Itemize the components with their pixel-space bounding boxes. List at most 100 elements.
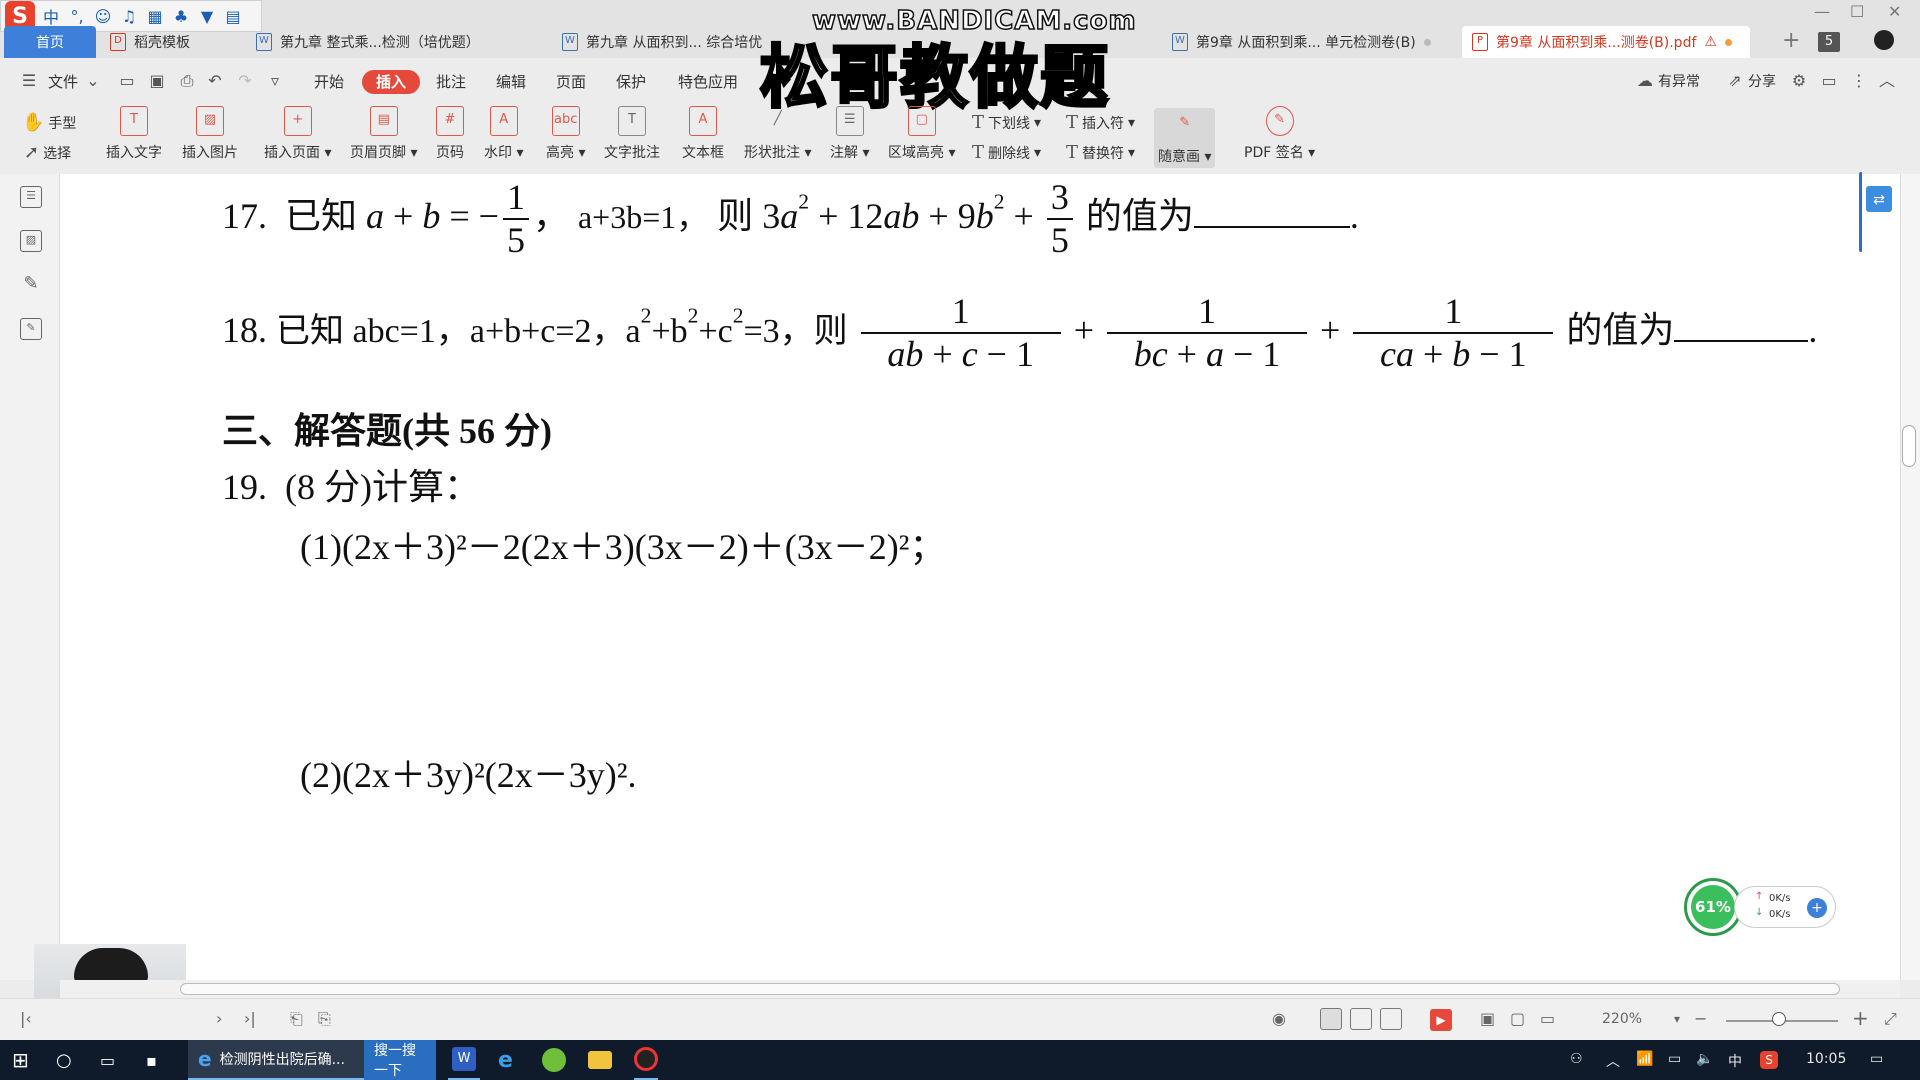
- menu-start[interactable]: 开始: [306, 70, 352, 94]
- continuous-view-icon[interactable]: [1350, 1008, 1372, 1030]
- browser360-icon[interactable]: [542, 1040, 566, 1080]
- store-icon[interactable]: ▪: [146, 1040, 157, 1080]
- menu-insert[interactable]: 插入: [362, 70, 421, 94]
- maximize-icon[interactable]: ☐: [1850, 2, 1864, 21]
- menu-edit[interactable]: 编辑: [488, 70, 534, 94]
- play-icon[interactable]: ▶: [1430, 1009, 1452, 1031]
- zoom-out-icon[interactable]: −: [1694, 1009, 1707, 1028]
- hand-tool-button[interactable]: ✋ 手型: [22, 112, 76, 133]
- notification-icon[interactable]: ▭: [1870, 1051, 1883, 1067]
- hamburger-icon[interactable]: ☰: [20, 72, 38, 90]
- vertical-scrollbar-thumb[interactable]: [1902, 425, 1916, 467]
- thumbnail-icon[interactable]: ▨: [20, 230, 42, 252]
- single-page-view-icon[interactable]: [1320, 1008, 1342, 1030]
- zoom-dropdown-icon[interactable]: ▾: [1674, 1012, 1680, 1026]
- insert-text-button[interactable]: T 插入文字: [106, 106, 162, 162]
- ime-user-icon[interactable]: ♣: [171, 7, 191, 26]
- ime-toolbox-icon[interactable]: ▤: [223, 7, 243, 26]
- horizontal-scrollbar-thumb[interactable]: [180, 983, 1840, 995]
- open-folder-icon[interactable]: ▭: [118, 72, 136, 90]
- area-highlight-button[interactable]: ▢ 区域高亮 ▾: [888, 106, 955, 162]
- answer-blank[interactable]: [1674, 339, 1809, 342]
- menu-features[interactable]: 特色应用: [670, 70, 746, 94]
- first-page-icon[interactable]: |‹: [20, 1009, 32, 1028]
- wps-taskbar-icon[interactable]: W: [448, 1040, 480, 1080]
- more-icon[interactable]: ⋮: [1850, 72, 1868, 90]
- tab-pdf-active[interactable]: P 第9章 从面积到乘...测卷(B).pdf ⚠: [1462, 26, 1750, 58]
- page-number-button[interactable]: # 页码: [436, 106, 464, 162]
- strikethrough-button[interactable]: T 删除线 ▾: [972, 142, 1041, 163]
- insert-image-button[interactable]: ▨ 插入图片: [182, 106, 238, 162]
- insert-symbol-button[interactable]: T 插入符 ▾: [1066, 112, 1135, 133]
- zoom-level[interactable]: 220%: [1602, 1011, 1642, 1027]
- menu-protect[interactable]: 保护: [608, 70, 654, 94]
- replace-symbol-button[interactable]: T 替换符 ▾: [1066, 142, 1135, 163]
- actual-size-icon[interactable]: ▣: [1480, 1009, 1495, 1028]
- fit-width-icon[interactable]: ▭: [1540, 1009, 1555, 1028]
- header-footer-button[interactable]: ▤ 页眉页脚 ▾: [350, 106, 417, 162]
- network-icon[interactable]: 📶: [1636, 1051, 1653, 1067]
- start-button[interactable]: ⊞: [12, 1040, 29, 1080]
- textbox-button[interactable]: A 文本框: [682, 106, 724, 162]
- outline-icon[interactable]: ☰: [20, 186, 42, 208]
- battery-icon[interactable]: ▭: [1668, 1051, 1681, 1067]
- settings-icon[interactable]: ⚙: [1790, 72, 1808, 90]
- note-button[interactable]: ☰ 注解 ▾: [830, 106, 869, 162]
- two-page-view-icon[interactable]: [1380, 1008, 1402, 1030]
- taskbar-ie-window[interactable]: e 检测阴性出院后确...: [188, 1040, 364, 1080]
- select-tool-button[interactable]: ➚ 选择: [24, 142, 71, 163]
- share-button[interactable]: 分享: [1740, 70, 1784, 94]
- ime-lang-icon[interactable]: 中: [41, 4, 61, 28]
- ime-voice-icon[interactable]: ♫: [119, 7, 139, 26]
- edge-icon[interactable]: e: [498, 1040, 513, 1080]
- file-explorer-icon[interactable]: [588, 1040, 612, 1080]
- menu-annotate[interactable]: 批注: [428, 70, 474, 94]
- pdf-sign-button[interactable]: ✎ PDF 签名 ▾: [1244, 106, 1315, 162]
- network-speed-widget[interactable]: 61% ↑ 0K/s ↓ 0K/s +: [1684, 878, 1838, 936]
- eye-protection-icon[interactable]: ◉: [1272, 1009, 1286, 1028]
- volume-icon[interactable]: 🔈: [1696, 1051, 1713, 1067]
- watermark-button[interactable]: A 水印 ▾: [484, 106, 523, 162]
- answer-blank[interactable]: [1193, 225, 1350, 228]
- horizontal-scrollbar[interactable]: [60, 980, 1900, 998]
- customize-icon[interactable]: ▿: [266, 72, 284, 90]
- insert-page-button[interactable]: + 插入页面 ▾: [264, 106, 331, 162]
- close-icon[interactable]: ✕: [1888, 2, 1901, 21]
- ime-punct-icon[interactable]: °,: [67, 7, 87, 26]
- tray-expand-icon[interactable]: ︿: [1606, 1051, 1620, 1071]
- avatar[interactable]: [1874, 30, 1894, 50]
- forward-icon[interactable]: ⎘: [318, 1009, 331, 1029]
- menu-file[interactable]: 文件: [40, 70, 86, 94]
- undo-icon[interactable]: ↶: [206, 72, 224, 90]
- task-view-icon[interactable]: ▭: [100, 1040, 115, 1080]
- tab-doc-1[interactable]: W 第九章 整式乘...检测（培优题）: [246, 26, 546, 58]
- redo-icon[interactable]: ↷: [236, 72, 254, 90]
- ime-indicator[interactable]: 中: [1728, 1051, 1742, 1071]
- sync-issue-button[interactable]: 有异常: [1650, 70, 1708, 94]
- print-icon[interactable]: ⎙: [178, 72, 196, 90]
- fit-page-icon[interactable]: ▢: [1510, 1009, 1525, 1028]
- ime-emoji-icon[interactable]: ☺: [93, 7, 113, 26]
- comment-icon[interactable]: ▭: [1820, 72, 1838, 90]
- next-page-icon[interactable]: ›: [216, 1009, 222, 1028]
- tab-doc-2[interactable]: W 第九章 从面积到... 综合培优: [552, 26, 772, 58]
- freehand-draw-button[interactable]: ✎ 随意画 ▾: [1154, 108, 1216, 168]
- new-tab-icon[interactable]: +: [1782, 28, 1800, 53]
- underline-button[interactable]: T 下划线 ▾: [972, 112, 1041, 133]
- bandicam-icon[interactable]: [634, 1040, 658, 1080]
- zoom-in-icon[interactable]: +: [1852, 1006, 1869, 1030]
- ime-skin-icon[interactable]: ▼: [197, 7, 217, 26]
- tab-home[interactable]: 首页: [4, 26, 96, 58]
- cortana-icon[interactable]: ○: [56, 1040, 72, 1080]
- clock[interactable]: 10:05: [1806, 1051, 1846, 1067]
- menu-page[interactable]: 页面: [548, 70, 594, 94]
- speed-boost-icon[interactable]: +: [1807, 898, 1827, 918]
- save-icon[interactable]: ▣: [148, 72, 166, 90]
- shape-comment-button[interactable]: ╱ 形状批注 ▾: [744, 106, 811, 162]
- people-icon[interactable]: ⚇: [1570, 1051, 1583, 1067]
- taskbar-search-button[interactable]: 搜一搜一下: [364, 1040, 436, 1080]
- side-panel-toggle-icon[interactable]: ⇄: [1866, 186, 1892, 212]
- minimize-icon[interactable]: —: [1814, 2, 1830, 21]
- tab-count-badge[interactable]: 5: [1818, 32, 1840, 52]
- collapse-ribbon-icon[interactable]: ︿: [1878, 72, 1896, 90]
